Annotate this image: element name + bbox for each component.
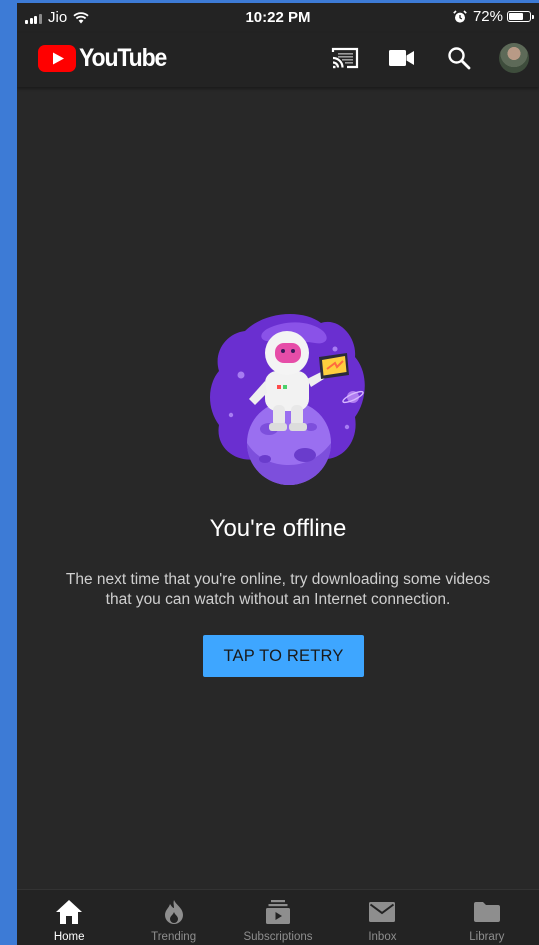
status-bar: Jio 10:22 PM 72% <box>17 3 539 33</box>
upload-button[interactable] <box>387 43 417 73</box>
cast-button[interactable] <box>330 43 360 73</box>
folder-icon <box>473 902 500 922</box>
video-camera-icon <box>389 50 414 66</box>
app-bar-actions <box>303 43 529 73</box>
nav-item-inbox[interactable]: Inbox <box>330 890 434 945</box>
battery-icon <box>507 11 534 22</box>
nav-label-subscriptions: Subscriptions <box>243 931 313 943</box>
logo-text: YouTube <box>79 44 167 72</box>
battery-percent: 72% <box>472 8 503 25</box>
offline-message: The next time that you're online, try do… <box>65 571 491 608</box>
account-avatar[interactable] <box>499 43 529 73</box>
offline-title: You're offline <box>209 515 347 542</box>
app-bar: YouTube <box>17 33 539 87</box>
astronaut-illustration <box>210 313 365 485</box>
nav-item-subscriptions[interactable]: Subscriptions <box>226 890 330 945</box>
home-icon <box>56 900 83 924</box>
search-icon <box>448 47 471 70</box>
flame-icon <box>164 900 183 924</box>
nav-item-trending[interactable]: Trending <box>121 890 225 945</box>
youtube-logo[interactable]: YouTube <box>38 44 174 73</box>
nav-item-home[interactable]: Home <box>17 890 121 945</box>
nav-label-trending: Trending <box>151 931 197 943</box>
mail-icon <box>369 902 396 922</box>
youtube-play-icon <box>38 45 76 72</box>
nav-label-inbox: Inbox <box>368 931 397 943</box>
app-window: Jio 10:22 PM 72% YouTube You're offline … <box>17 3 539 945</box>
nav-label-home: Home <box>53 931 85 943</box>
subscriptions-icon <box>266 900 291 924</box>
cast-icon <box>331 47 359 69</box>
bottom-navigation: Home Trending Subscriptions Inbox Librar… <box>17 889 539 945</box>
status-right: 72% <box>453 8 534 25</box>
search-button[interactable] <box>444 43 474 73</box>
alarm-icon <box>453 9 467 23</box>
nav-item-library[interactable]: Library <box>435 890 539 945</box>
offline-screen: You're offline The next time that you're… <box>17 87 539 891</box>
nav-label-library: Library <box>469 931 505 943</box>
retry-button[interactable]: TAP TO RETRY <box>203 635 364 677</box>
